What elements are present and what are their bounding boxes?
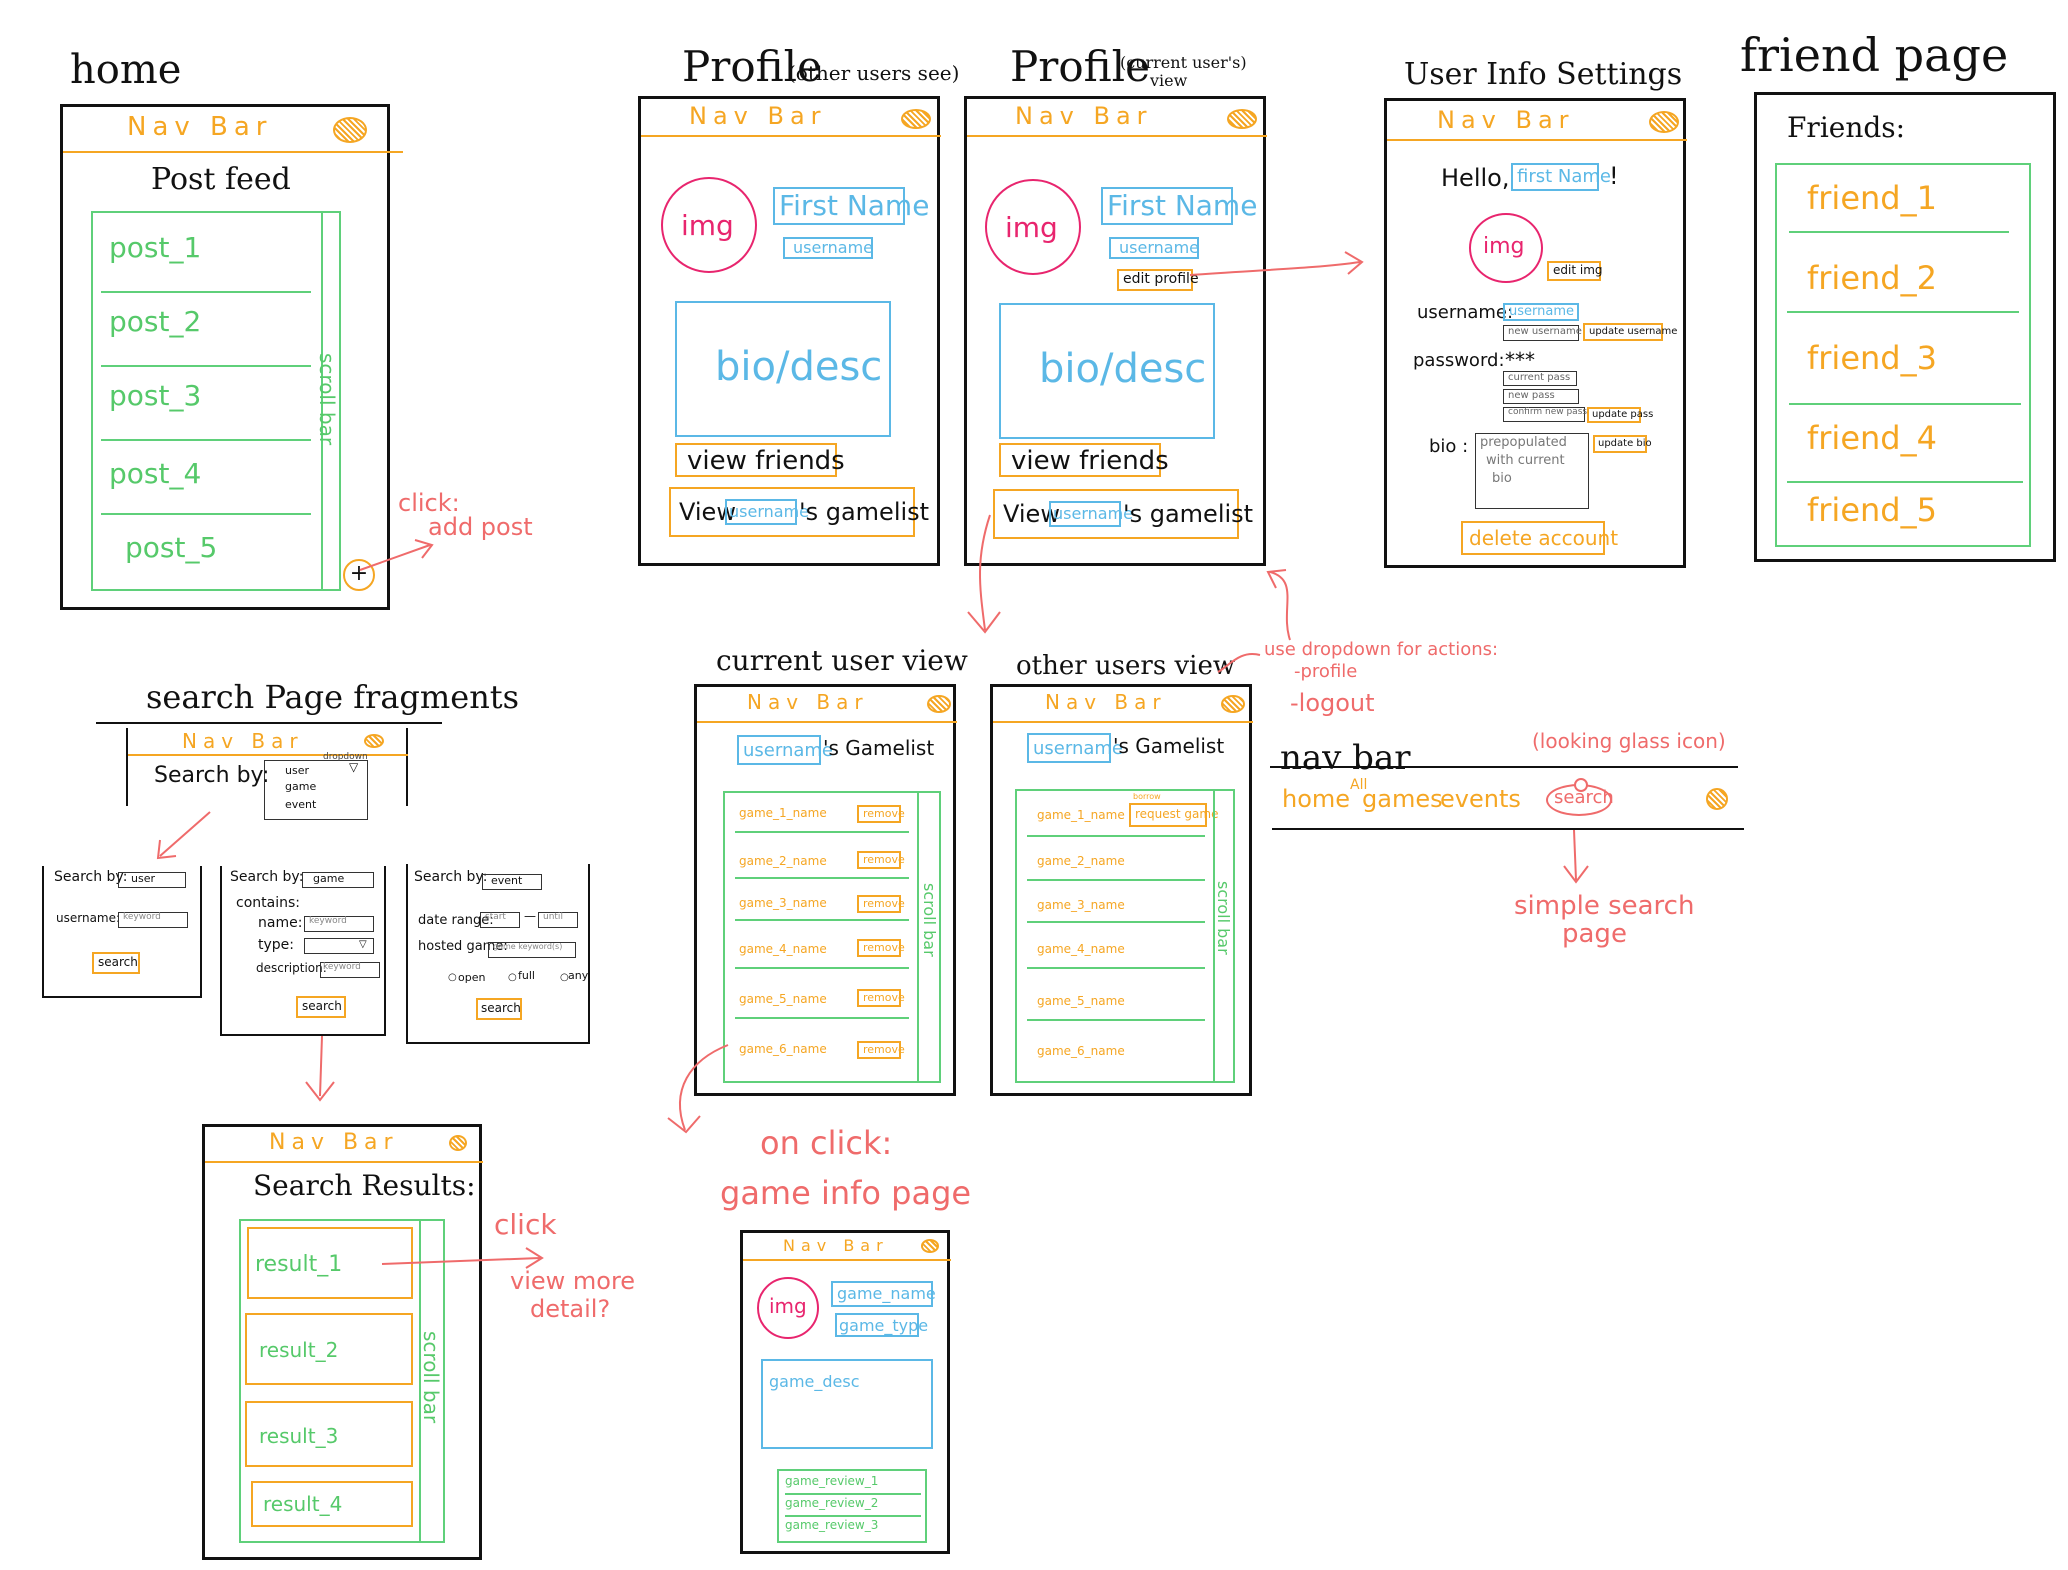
arrow [1563,829,1589,884]
arrow [1266,569,1291,641]
connector-arrows [156,251,1589,1269]
arrow [1217,653,1261,673]
arrow [667,1044,729,1134]
arrow [1189,251,1364,276]
arrow [156,811,211,860]
arrow [967,514,1001,634]
arrow [359,539,434,571]
arrow [305,1035,335,1102]
arrow [381,1247,544,1269]
